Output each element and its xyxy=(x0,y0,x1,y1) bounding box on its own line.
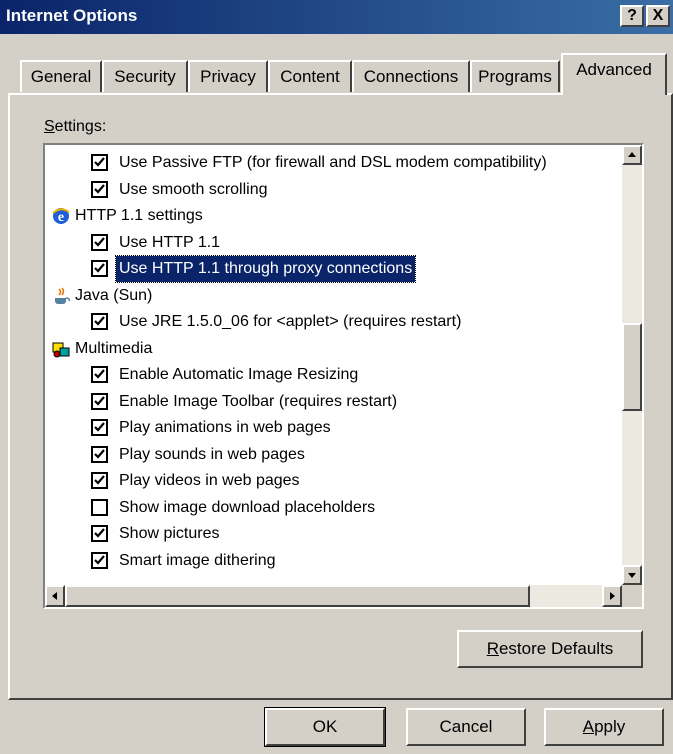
checkbox-checked[interactable] xyxy=(91,419,108,436)
settings-label: Settings: xyxy=(44,118,107,135)
ie-icon: e xyxy=(51,206,71,226)
cancel-button[interactable]: Cancel xyxy=(406,708,526,746)
settings-item[interactable]: Play animations in web pages xyxy=(45,415,620,441)
settings-item[interactable]: Enable Automatic Image Resizing xyxy=(45,362,620,388)
multimedia-icon xyxy=(51,339,71,359)
checkbox-checked[interactable] xyxy=(91,260,108,277)
settings-item[interactable]: Use Passive FTP (for firewall and DSL mo… xyxy=(45,150,620,176)
close-button[interactable]: X xyxy=(646,5,670,27)
title-bar[interactable]: Internet Options ? X xyxy=(0,0,673,34)
settings-item[interactable]: Use JRE 1.5.0_06 for <applet> (requires … xyxy=(45,309,620,335)
settings-item[interactable]: Use smooth scrolling xyxy=(45,177,620,203)
vertical-scroll-thumb[interactable] xyxy=(622,323,642,411)
settings-item[interactable]: Smart image dithering xyxy=(45,548,620,574)
horizontal-scroll-thumb[interactable] xyxy=(65,585,530,607)
horizontal-scrollbar[interactable] xyxy=(45,585,622,607)
settings-item[interactable]: Show pictures xyxy=(45,521,620,547)
settings-item-label[interactable]: Use JRE 1.5.0_06 for <applet> (requires … xyxy=(119,309,461,335)
java-icon xyxy=(51,286,71,306)
settings-item[interactable]: Play videos in web pages xyxy=(45,468,620,494)
settings-item-label[interactable]: Play sounds in web pages xyxy=(119,442,305,468)
checkbox-checked[interactable] xyxy=(91,551,108,569)
scrollbar-corner xyxy=(622,585,642,607)
settings-group-header: Multimedia xyxy=(45,336,620,362)
arrow-left-icon xyxy=(52,592,57,600)
arrow-up-icon xyxy=(628,152,636,157)
settings-item-label[interactable]: Play videos in web pages xyxy=(119,468,300,494)
checkbox-unchecked[interactable] xyxy=(91,498,108,516)
settings-item[interactable]: Show image download placeholders xyxy=(45,495,620,521)
scroll-down-button[interactable] xyxy=(622,565,642,585)
settings-item[interactable]: Use HTTP 1.1 xyxy=(45,230,620,256)
ok-button[interactable]: OK xyxy=(264,707,386,747)
settings-item-label[interactable]: Play animations in web pages xyxy=(119,415,331,441)
settings-item-label[interactable]: Smart image dithering xyxy=(119,548,276,574)
settings-item-label[interactable]: Use HTTP 1.1 through proxy connections xyxy=(114,255,417,283)
settings-group-header: e HTTP 1.1 settings xyxy=(45,203,620,229)
checkbox-checked[interactable] xyxy=(91,445,108,463)
settings-item[interactable]: Play sounds in web pages xyxy=(45,442,620,468)
settings-item-label[interactable]: Enable Image Toolbar (requires restart) xyxy=(119,389,397,415)
restore-defaults-button[interactable]: Restore Defaults xyxy=(457,630,643,668)
help-button[interactable]: ? xyxy=(620,5,644,27)
apply-button[interactable]: Apply xyxy=(544,708,664,746)
settings-group-label: Java (Sun) xyxy=(75,286,153,304)
scroll-up-button[interactable] xyxy=(622,145,642,165)
settings-item[interactable]: Use HTTP 1.1 through proxy connections xyxy=(45,255,620,283)
tab-advanced[interactable]: Advanced xyxy=(561,53,667,95)
tab-content[interactable]: Content xyxy=(268,60,352,92)
scroll-left-button[interactable] xyxy=(45,585,65,607)
svg-text:e: e xyxy=(58,210,64,225)
window-title: Internet Options xyxy=(6,6,138,25)
settings-item-label[interactable]: Use smooth scrolling xyxy=(119,177,268,203)
checkbox-checked[interactable] xyxy=(91,472,108,489)
internet-options-window: Internet Options ? X General Security Pr… xyxy=(0,0,673,754)
vertical-scrollbar[interactable] xyxy=(622,145,642,585)
settings-group-label: HTTP 1.1 settings xyxy=(75,207,203,224)
arrow-down-icon xyxy=(628,573,636,578)
checkbox-checked[interactable] xyxy=(91,525,108,542)
checkbox-checked[interactable] xyxy=(91,233,108,251)
checkbox-checked[interactable] xyxy=(91,366,108,383)
settings-item-label[interactable]: Show pictures xyxy=(119,521,220,547)
settings-item-label[interactable]: Enable Automatic Image Resizing xyxy=(119,362,358,388)
checkbox-checked[interactable] xyxy=(91,313,108,330)
checkbox-checked[interactable] xyxy=(91,154,108,171)
tab-connections[interactable]: Connections xyxy=(352,60,470,92)
tab-general[interactable]: General xyxy=(20,60,102,92)
settings-list[interactable]: Use Passive FTP (for firewall and DSL mo… xyxy=(43,143,644,609)
tab-programs[interactable]: Programs xyxy=(470,60,560,92)
arrow-right-icon xyxy=(610,592,615,600)
scroll-right-button[interactable] xyxy=(602,585,622,607)
settings-item-label[interactable]: Show image download placeholders xyxy=(119,495,375,521)
settings-group-header: Java (Sun) xyxy=(45,283,620,309)
checkbox-checked[interactable] xyxy=(91,392,108,410)
settings-group-label: Multimedia xyxy=(75,339,153,357)
settings-item-label[interactable]: Use Passive FTP (for firewall and DSL mo… xyxy=(119,150,547,176)
checkbox-checked[interactable] xyxy=(91,180,108,198)
settings-item[interactable]: Enable Image Toolbar (requires restart) xyxy=(45,389,620,415)
settings-item-label[interactable]: Use HTTP 1.1 xyxy=(119,230,220,256)
tab-security[interactable]: Security xyxy=(102,60,188,92)
tab-privacy[interactable]: Privacy xyxy=(188,60,268,92)
